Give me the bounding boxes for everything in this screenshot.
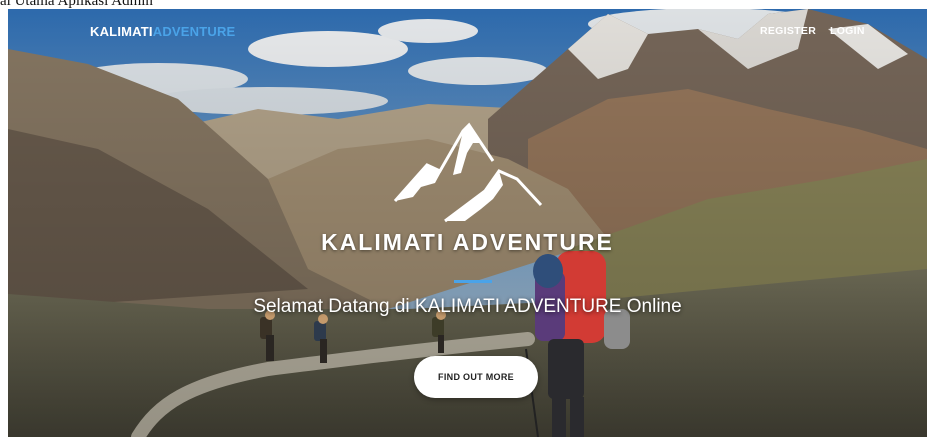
welcome-heading: Selamat Datang di KALIMATI ADVENTURE Onl… [253, 296, 682, 317]
top-navbar: KALIMATIADVENTURE REGISTER LOGIN [8, 9, 927, 55]
find-out-more-button[interactable]: FIND OUT MORE [414, 356, 538, 398]
mountain-logo-icon [393, 122, 543, 223]
brand-name-primary: KALIMATI [90, 24, 153, 39]
brand-logo-link[interactable]: KALIMATIADVENTURE [90, 24, 235, 39]
window-caption: ai Utama Aplikasi Admin [0, 0, 153, 9]
login-link[interactable]: LOGIN [830, 25, 865, 37]
hero-section: KALIMATIADVENTURE REGISTER LOGIN KALIMAT… [8, 9, 927, 437]
hero-logo-text: KALIMATI ADVENTURE [321, 229, 614, 255]
register-link[interactable]: REGISTER [760, 25, 816, 37]
accent-divider [454, 280, 492, 283]
brand-name-secondary: ADVENTURE [152, 24, 236, 39]
